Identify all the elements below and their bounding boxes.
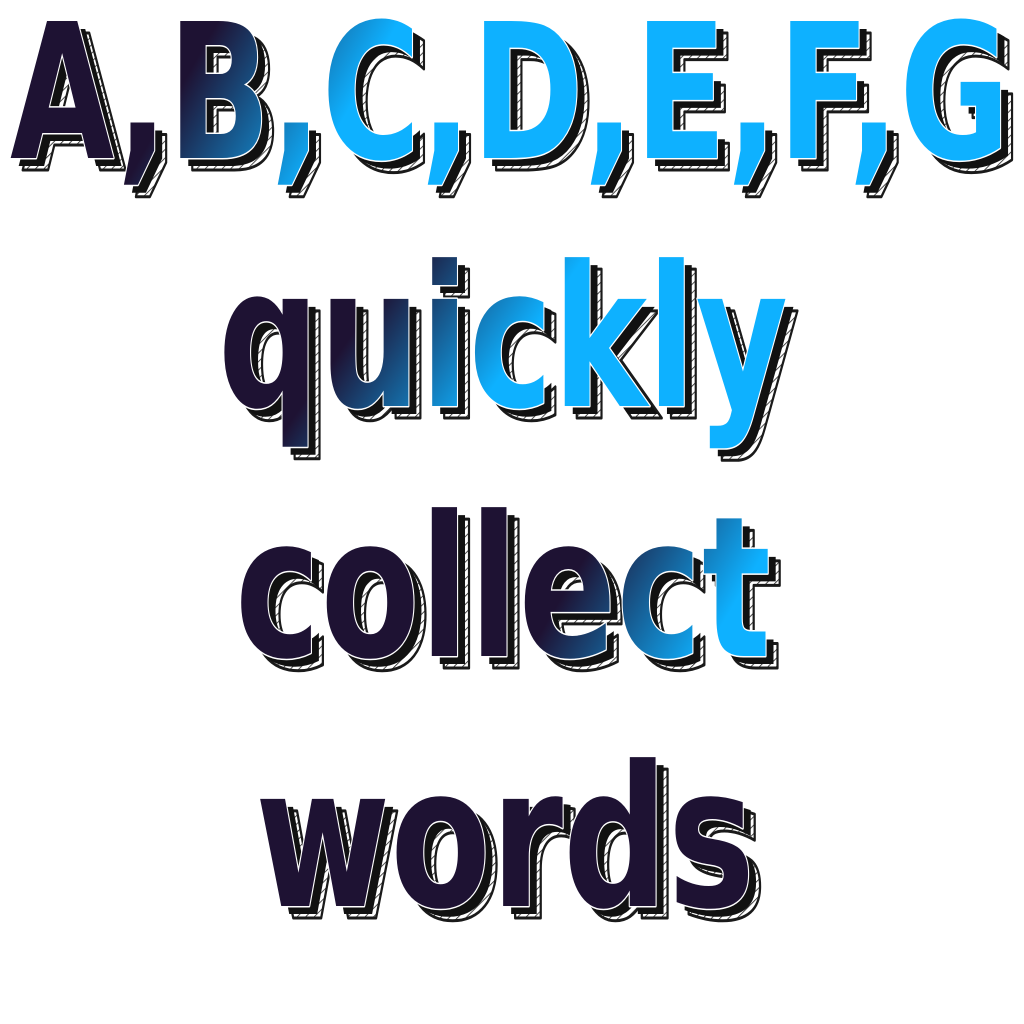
word-collect: collect collect collect xyxy=(234,474,785,717)
poster-artwork: A,B,C,D,E,F,G A,B,C,D,E,F,G A,B,C,D,E,F,… xyxy=(9,0,1024,967)
svg-text:collect: collect xyxy=(235,475,771,703)
svg-text:words: words xyxy=(255,725,755,953)
headline-letters: A,B,C,D,E,F,G A,B,C,D,E,F,G A,B,C,D,E,F,… xyxy=(9,0,1024,217)
poster-canvas: A,B,C,D,E,F,G A,B,C,D,E,F,G A,B,C,D,E,F,… xyxy=(0,0,1024,1024)
svg-text:quickly: quickly xyxy=(218,225,788,453)
word-quickly: quickly quickly quickly xyxy=(217,224,802,467)
svg-text:A,B,C,D,E,F,G: A,B,C,D,E,F,G xyxy=(10,0,1010,203)
word-words: words words words xyxy=(254,724,769,967)
